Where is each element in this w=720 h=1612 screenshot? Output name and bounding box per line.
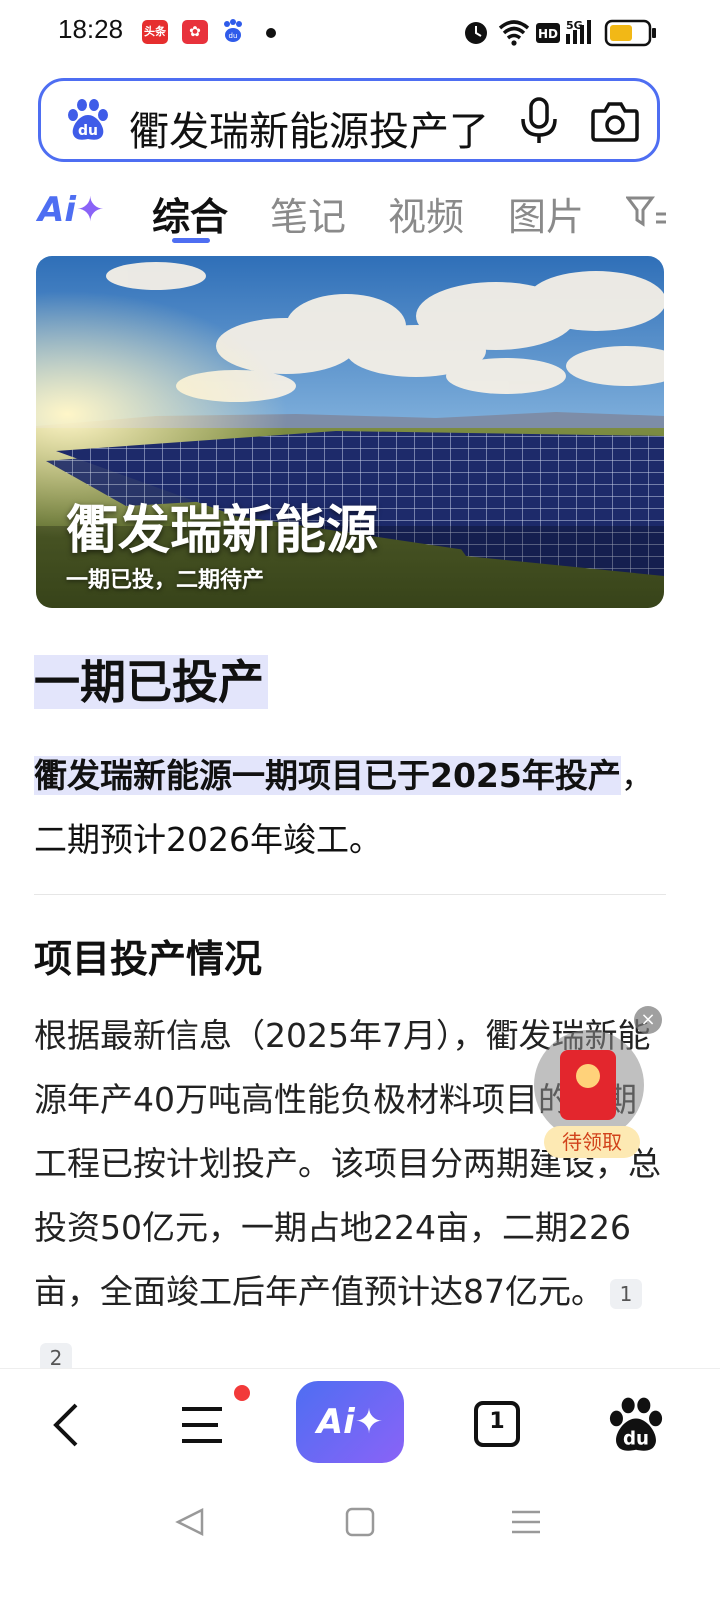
ai-tab-label: Ai [38,190,76,230]
back-icon[interactable] [40,1395,100,1455]
baidu-home-icon[interactable]: du [606,1395,666,1455]
system-recents-icon[interactable] [508,1504,544,1540]
tab-images[interactable]: 图片 [508,186,584,241]
search-input[interactable]: 衢发瑞新能源投产了 [129,99,489,157]
camera-icon[interactable] [589,97,641,145]
toutiao-app-icon: 头条 [142,20,168,44]
system-navigation-bar [0,1478,720,1612]
menu-notification-dot [234,1385,250,1401]
hero-title: 衢发瑞新能源 [66,501,379,561]
baidu-logo-icon[interactable]: du [65,97,111,143]
section-heading: 项目投产情况 [34,937,263,981]
red-envelope-label[interactable]: 待领取 [544,1126,640,1158]
ai-tab[interactable]: Ai✦ [38,190,104,230]
microphone-icon[interactable] [515,95,563,147]
answer-highlight: 衢发瑞新能源一期项目已于2025年投产 [34,756,621,795]
svg-text:du: du [229,32,238,40]
system-back-icon[interactable] [172,1504,208,1540]
status-time: 18:28 [58,14,124,44]
svg-text:du: du [78,123,98,139]
tab-count: 1 [489,1409,505,1434]
app-notification-icon: ✿ [182,20,208,44]
bottom-toolbar: Ai✦ 1 du [0,1368,720,1479]
answer-summary: 衢发瑞新能源一期项目已于2025年投产，二期预计2026年竣工。 [34,744,674,872]
answer-heading-text: 一期已投产 [34,655,268,709]
divider [34,894,666,895]
filter-icon[interactable] [625,192,668,232]
active-tab-indicator [172,238,210,243]
red-envelope-widget[interactable]: 待领取 × [534,1006,662,1160]
status-bar: 18:28 头条 ✿ du HD 5G [0,0,720,64]
envelope-seal [576,1064,600,1088]
tabs-icon[interactable]: 1 [468,1395,528,1455]
answer-heading: 一期已投产 [34,646,268,712]
system-home-icon[interactable] [342,1504,378,1540]
red-envelope-icon[interactable] [560,1050,616,1120]
tab-all[interactable]: 综合 [152,186,228,241]
hero-subtitle: 一期已投，二期待产 [66,568,265,593]
baidu-app-icon: du [222,18,244,44]
ai-assistant-button[interactable]: Ai✦ [296,1381,404,1463]
citation-1[interactable]: 1 [610,1278,642,1309]
sparkle-icon: ✦ [75,190,105,230]
svg-text:du: du [623,1429,649,1450]
hero-image[interactable]: 衢发瑞新能源 一期已投，二期待产 [36,256,664,608]
tab-notes[interactable]: 笔记 [270,186,346,241]
tab-video[interactable]: 视频 [388,186,464,241]
close-icon[interactable]: × [634,1006,662,1034]
notification-dot [266,28,276,38]
svg-text:HD: HD [538,27,558,41]
search-bar[interactable]: du 衢发瑞新能源投产了 [38,78,660,162]
menu-icon[interactable] [174,1395,234,1455]
system-status-icons: HD 5G [462,16,672,48]
result-tabs: Ai✦ 综合 笔记 视频 图片 [0,176,720,252]
